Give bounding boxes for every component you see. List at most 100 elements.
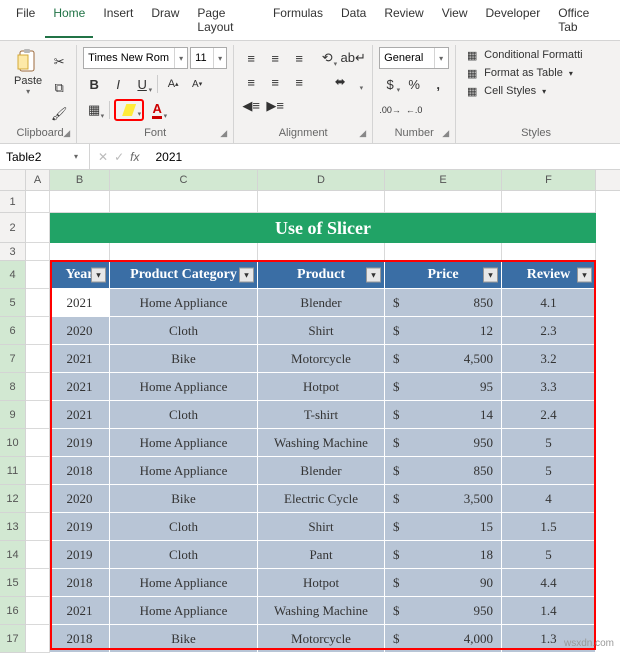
table-cell[interactable]: Electric Cycle: [258, 485, 385, 513]
format-as-table-button[interactable]: ▦Format as Table▾: [462, 65, 584, 81]
table-cell[interactable]: Pant: [258, 541, 385, 569]
table-cell[interactable]: 2021: [50, 345, 110, 373]
col-header-A[interactable]: A: [26, 170, 50, 190]
table-cell[interactable]: 3.3: [502, 373, 596, 401]
cell[interactable]: [26, 569, 50, 597]
format-painter-button[interactable]: 🖌: [48, 103, 70, 125]
row-header-11[interactable]: 11: [0, 457, 26, 485]
number-format-input[interactable]: [380, 48, 434, 68]
bold-button[interactable]: B: [83, 73, 105, 95]
table-cell[interactable]: 2021: [50, 373, 110, 401]
table-cell[interactable]: Home Appliance: [110, 373, 258, 401]
borders-button[interactable]: ▦▾: [83, 99, 105, 121]
row-header-17[interactable]: 17: [0, 625, 26, 653]
table-cell[interactable]: 2019: [50, 429, 110, 457]
copy-button[interactable]: ⧉: [48, 77, 70, 99]
table-cell[interactable]: Motorcycle: [258, 345, 385, 373]
table-cell[interactable]: Home Appliance: [110, 569, 258, 597]
cell[interactable]: [385, 191, 502, 213]
decrease-font-button[interactable]: A▾: [186, 73, 208, 95]
table-header[interactable]: Product▾: [258, 261, 385, 289]
table-cell[interactable]: 2018: [50, 569, 110, 597]
table-cell[interactable]: Cloth: [110, 513, 258, 541]
col-header-C[interactable]: C: [110, 170, 258, 190]
align-right-button[interactable]: ≡: [288, 71, 310, 93]
wrap-text-button[interactable]: ab↵: [340, 47, 366, 69]
menu-data[interactable]: Data: [333, 2, 374, 38]
table-header[interactable]: Product Category▾: [110, 261, 258, 289]
row-header-1[interactable]: 1: [0, 191, 26, 213]
caret-down-icon[interactable]: ▾: [213, 48, 226, 68]
table-cell[interactable]: Washing Machine: [258, 597, 385, 625]
table-cell[interactable]: $850: [385, 457, 502, 485]
cell[interactable]: [26, 261, 50, 289]
name-box-input[interactable]: [0, 150, 70, 164]
table-cell[interactable]: Bike: [110, 625, 258, 653]
decrease-decimal-button[interactable]: ←.0: [403, 99, 425, 121]
cell[interactable]: [502, 191, 596, 213]
cell[interactable]: [502, 243, 596, 261]
cell[interactable]: [26, 513, 50, 541]
name-box[interactable]: ▾: [0, 144, 90, 169]
align-launcher[interactable]: ◢: [359, 128, 366, 139]
table-cell[interactable]: Bike: [110, 345, 258, 373]
table-cell[interactable]: 2021: [50, 597, 110, 625]
increase-indent-button[interactable]: ▶≡: [264, 95, 286, 117]
font-size-input[interactable]: [191, 48, 213, 68]
number-format-combo[interactable]: ▾: [379, 47, 449, 69]
table-cell[interactable]: 2.4: [502, 401, 596, 429]
table-cell[interactable]: 3.2: [502, 345, 596, 373]
font-size-combo[interactable]: ▾: [190, 47, 227, 69]
caret-down-icon[interactable]: ▾: [174, 48, 187, 68]
cell[interactable]: [26, 243, 50, 261]
table-cell[interactable]: Shirt: [258, 317, 385, 345]
col-header-E[interactable]: E: [385, 170, 502, 190]
cell[interactable]: [26, 457, 50, 485]
table-cell[interactable]: Cloth: [110, 541, 258, 569]
table-cell[interactable]: Home Appliance: [110, 429, 258, 457]
cell[interactable]: [258, 243, 385, 261]
cell[interactable]: [385, 243, 502, 261]
cell[interactable]: [26, 429, 50, 457]
table-cell[interactable]: $18: [385, 541, 502, 569]
cancel-formula-icon[interactable]: ✕: [98, 150, 108, 164]
decrease-indent-button[interactable]: ◀≡: [240, 95, 262, 117]
row-header-6[interactable]: 6: [0, 317, 26, 345]
filter-dropdown-icon[interactable]: ▾: [239, 267, 254, 282]
font-name-combo[interactable]: ▾: [83, 47, 188, 69]
row-header-7[interactable]: 7: [0, 345, 26, 373]
table-cell[interactable]: Cloth: [110, 317, 258, 345]
cell[interactable]: [50, 191, 110, 213]
table-cell[interactable]: $14: [385, 401, 502, 429]
filter-dropdown-icon[interactable]: ▾: [577, 267, 592, 282]
align-top-button[interactable]: ≡: [240, 47, 262, 69]
table-cell[interactable]: $90: [385, 569, 502, 597]
row-header-3[interactable]: 3: [0, 243, 26, 261]
table-cell[interactable]: 2019: [50, 513, 110, 541]
row-header-15[interactable]: 15: [0, 569, 26, 597]
cut-button[interactable]: ✂: [48, 51, 70, 73]
align-left-button[interactable]: ≡: [240, 71, 262, 93]
table-cell[interactable]: 2021: [50, 289, 110, 317]
clipboard-launcher[interactable]: ◢: [63, 128, 70, 139]
table-cell[interactable]: 5: [502, 457, 596, 485]
table-cell[interactable]: 2020: [50, 485, 110, 513]
table-cell[interactable]: 2021: [50, 401, 110, 429]
table-header[interactable]: Year▾: [50, 261, 110, 289]
table-cell[interactable]: T-shirt: [258, 401, 385, 429]
table-cell[interactable]: $950: [385, 429, 502, 457]
underline-button[interactable]: U▾: [131, 73, 153, 95]
cell[interactable]: [26, 191, 50, 213]
table-cell[interactable]: 2018: [50, 625, 110, 653]
orientation-button[interactable]: ⟲▾: [316, 47, 338, 69]
table-cell[interactable]: 5: [502, 541, 596, 569]
row-header-4[interactable]: 4: [0, 261, 26, 289]
comma-button[interactable]: ,: [427, 73, 449, 95]
fx-button[interactable]: fx: [130, 150, 139, 164]
cell[interactable]: [26, 485, 50, 513]
table-cell[interactable]: Bike: [110, 485, 258, 513]
row-header-12[interactable]: 12: [0, 485, 26, 513]
align-middle-button[interactable]: ≡: [264, 47, 286, 69]
font-color-button[interactable]: A▾: [146, 99, 168, 121]
paste-button[interactable]: Paste ▾: [10, 47, 46, 98]
